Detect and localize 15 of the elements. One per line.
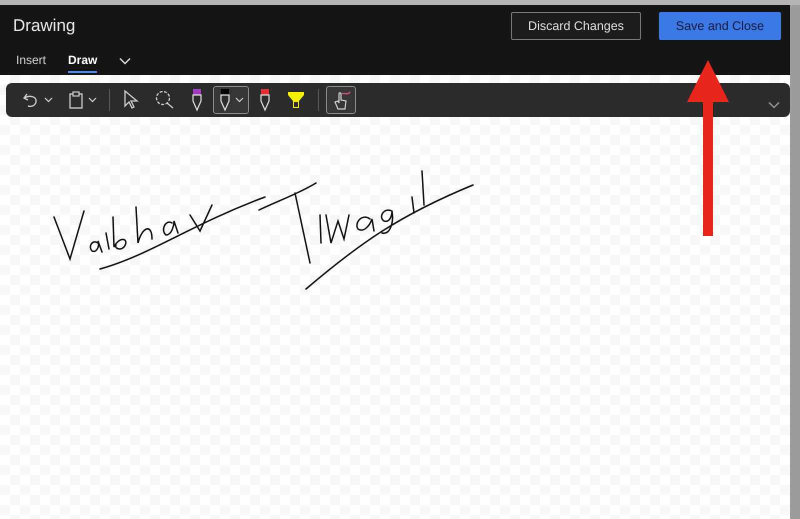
touch-draw-tool[interactable]	[326, 86, 356, 114]
clipboard-icon	[67, 90, 85, 110]
hand-pointer-icon	[331, 89, 351, 111]
caret-icon	[235, 97, 244, 103]
window-title: Drawing	[13, 16, 76, 36]
ribbon-tab[interactable]: Draw	[68, 49, 98, 73]
lasso-icon	[154, 89, 176, 111]
caret-icon	[88, 97, 97, 103]
pen-tool[interactable]	[213, 86, 249, 114]
caret-icon	[44, 97, 53, 103]
save-button[interactable]: Save and Close	[659, 12, 781, 40]
discard-button[interactable]: Discard Changes	[511, 12, 641, 40]
ribbon-tab[interactable]: Insert	[16, 49, 46, 73]
drawing-canvas[interactable]	[0, 75, 790, 519]
cursor-icon	[122, 89, 140, 111]
